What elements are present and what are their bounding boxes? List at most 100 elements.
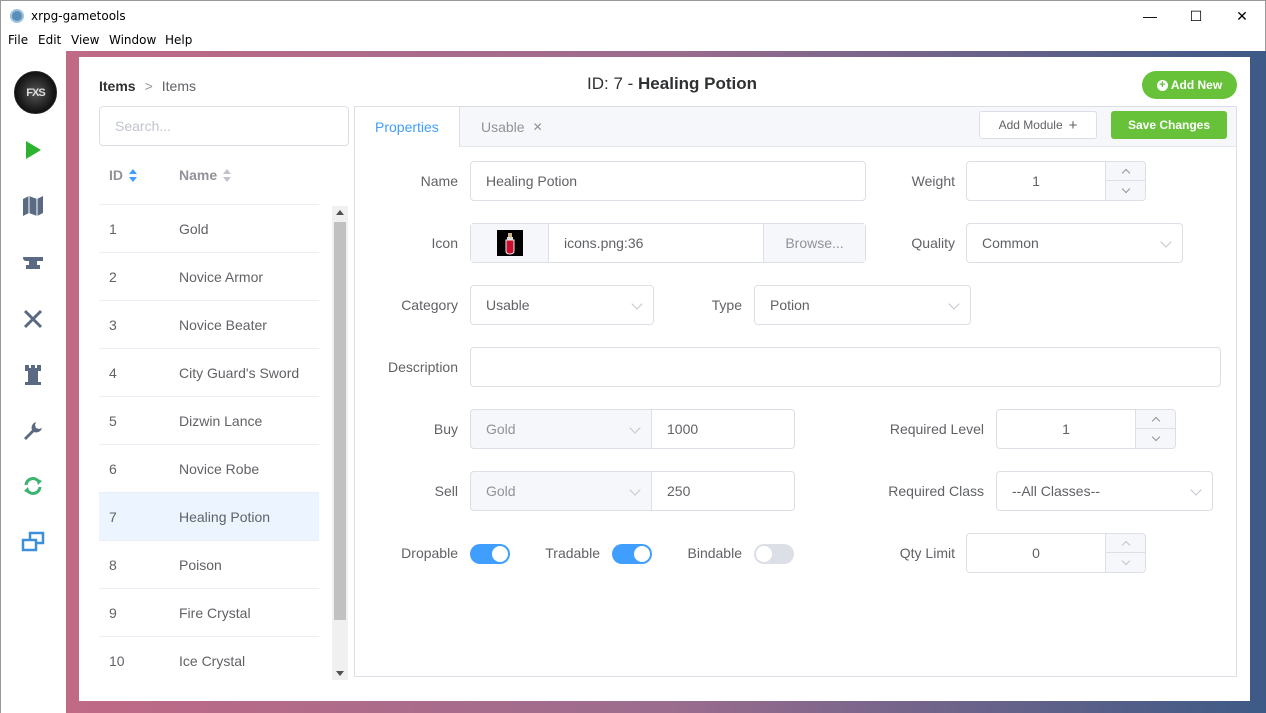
nav-rail: FXS: [0, 51, 66, 713]
dropable-switch[interactable]: [470, 544, 510, 564]
breadcrumb-root[interactable]: Items: [99, 78, 136, 94]
scroll-down-icon[interactable]: [336, 671, 344, 676]
save-changes-button[interactable]: Save Changes: [1111, 111, 1227, 139]
sync-icon[interactable]: [21, 474, 45, 498]
table-row[interactable]: 6 Novice Robe: [99, 445, 319, 493]
switch-knob: [634, 546, 650, 562]
potion-icon: [496, 230, 523, 256]
page-title: ID: 7 - Healing Potion: [587, 74, 757, 94]
row-id: 7: [109, 509, 117, 525]
table-row[interactable]: 5 Dizwin Lance: [99, 397, 319, 445]
close-window-button[interactable]: ✕: [1219, 1, 1265, 31]
list-scrollbar[interactable]: [332, 206, 348, 680]
table-row[interactable]: 2 Novice Armor: [99, 253, 319, 301]
table-row[interactable]: 3 Novice Beater: [99, 301, 319, 349]
required-level-label: Required Level: [889, 421, 984, 437]
required-level-stepper[interactable]: 1: [996, 409, 1176, 449]
breadcrumb: Items > Items: [99, 78, 196, 94]
menu-bar: File Edit View Window Help: [0, 30, 1266, 51]
maximize-button[interactable]: ☐: [1173, 1, 1219, 31]
map-icon[interactable]: [21, 194, 45, 218]
anvil-icon[interactable]: [21, 251, 45, 275]
increment-icon[interactable]: [1106, 534, 1146, 553]
switch-knob: [756, 546, 772, 562]
row-name: Ice Crystal: [179, 653, 246, 669]
quality-select[interactable]: Common: [966, 223, 1183, 263]
menu-window[interactable]: Window: [109, 33, 156, 47]
buy-currency-select[interactable]: Gold: [470, 409, 652, 449]
category-select[interactable]: Usable: [470, 285, 654, 325]
row-id: 6: [109, 461, 117, 477]
weight-stepper[interactable]: 1: [966, 161, 1146, 201]
scroll-up-icon[interactable]: [336, 210, 344, 215]
close-icon[interactable]: ✕: [533, 120, 543, 134]
column-header-name[interactable]: Name: [179, 167, 232, 183]
menu-view[interactable]: View: [71, 33, 99, 47]
sort-icon[interactable]: [223, 169, 232, 183]
column-id-label: ID: [109, 167, 123, 183]
sell-currency-value: Gold: [486, 483, 516, 499]
increment-icon[interactable]: [1106, 162, 1146, 181]
table-row[interactable]: 1 Gold: [99, 205, 319, 253]
sell-currency-select[interactable]: Gold: [470, 471, 652, 511]
add-new-button[interactable]: + Add New: [1142, 71, 1237, 99]
decrement-icon[interactable]: [1136, 429, 1176, 448]
buy-currency-value: Gold: [486, 421, 516, 437]
app-logo[interactable]: FXS: [14, 71, 57, 114]
icon-label: Icon: [431, 235, 458, 251]
required-class-value: --All Classes--: [1012, 483, 1100, 499]
table-row[interactable]: 9 Fire Crystal: [99, 589, 319, 637]
buy-price-field[interactable]: 1000: [651, 409, 795, 449]
menu-help[interactable]: Help: [165, 33, 192, 47]
table-row[interactable]: 4 City Guard's Sword: [99, 349, 319, 397]
qty-limit-label: Qty Limit: [899, 545, 955, 561]
search-input[interactable]: [99, 106, 349, 146]
bindable-switch[interactable]: [754, 544, 794, 564]
add-module-button[interactable]: Add Module +: [979, 111, 1097, 139]
breadcrumb-current: Items: [161, 78, 196, 94]
required-class-select[interactable]: --All Classes--: [996, 471, 1213, 511]
weight-label: Weight: [911, 173, 955, 189]
icon-value[interactable]: icons.png:36: [549, 224, 763, 262]
crossed-swords-icon[interactable]: [21, 307, 45, 331]
decrement-icon[interactable]: [1106, 181, 1146, 200]
name-label: Name: [420, 173, 458, 189]
quality-label: Quality: [911, 235, 955, 251]
tab-properties[interactable]: Properties: [355, 107, 460, 147]
menu-edit[interactable]: Edit: [38, 33, 61, 47]
table-row-selected[interactable]: 7 Healing Potion: [99, 493, 319, 541]
type-select[interactable]: Potion: [754, 285, 971, 325]
table-row[interactable]: 10 Ice Crystal: [99, 637, 319, 682]
menu-file[interactable]: File: [8, 33, 28, 47]
row-id: 5: [109, 413, 117, 429]
sort-icon[interactable]: [129, 169, 137, 183]
sell-price-field[interactable]: 250: [651, 471, 795, 511]
chevron-down-icon: [629, 484, 641, 496]
bindable-label: Bindable: [687, 545, 743, 561]
castle-tower-icon[interactable]: [21, 363, 45, 387]
tradable-label: Tradable: [545, 545, 600, 561]
required-level-stepper-controls: [1135, 410, 1176, 448]
play-icon[interactable]: [21, 138, 45, 162]
tab-usable[interactable]: Usable ✕: [461, 107, 563, 147]
decrement-icon[interactable]: [1106, 553, 1146, 572]
browse-button[interactable]: Browse...: [763, 224, 865, 262]
switch-knob: [492, 546, 508, 562]
table-row[interactable]: 8 Poison: [99, 541, 319, 589]
minimize-button[interactable]: —: [1127, 1, 1173, 31]
tradable-switch[interactable]: [612, 544, 652, 564]
name-field[interactable]: Healing Potion: [470, 161, 866, 201]
row-id: 3: [109, 317, 117, 333]
qty-limit-value: 0: [1032, 545, 1040, 561]
increment-icon[interactable]: [1136, 410, 1176, 429]
windows-icon[interactable]: [21, 530, 45, 554]
wrench-icon[interactable]: [21, 419, 45, 443]
chevron-down-icon: [1190, 484, 1202, 496]
row-name: Fire Crystal: [179, 605, 251, 621]
scrollbar-thumb[interactable]: [334, 222, 346, 620]
column-header-id[interactable]: ID: [109, 167, 137, 183]
qty-limit-stepper[interactable]: 0: [966, 533, 1146, 573]
row-id: 2: [109, 269, 117, 285]
qty-limit-stepper-controls: [1105, 534, 1146, 572]
description-field[interactable]: [470, 347, 1221, 387]
